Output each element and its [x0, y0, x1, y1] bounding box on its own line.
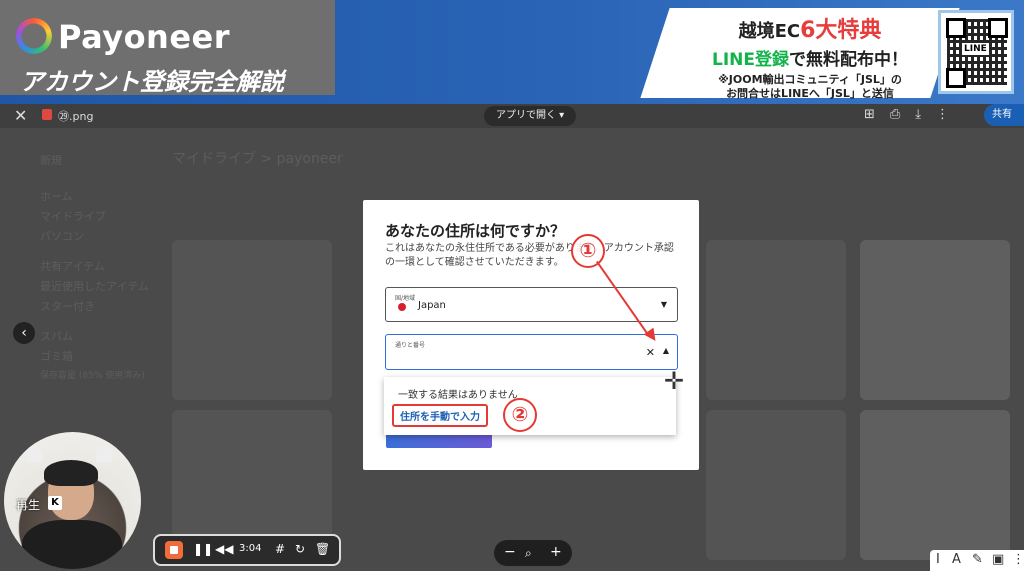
lamp-icon — [26, 446, 42, 462]
dialog-description: これはあなたの永住住所である必要があります。アカウント承認の一環として確認させて… — [385, 243, 674, 268]
logo-text: Payoneer — [58, 18, 231, 56]
viewer-toolbar: ✕ ㉙.png アプリで開く ▾ ⊞⎙⤓⋮ 共有 — [0, 104, 1024, 128]
promo-line2-a: LINE登録 — [712, 50, 789, 70]
street-input[interactable]: 通りと番号 ✕ ▲ — [385, 334, 678, 370]
grid-icon[interactable]: # — [275, 542, 285, 556]
cursor-icon[interactable]: I — [936, 552, 940, 567]
zoom-controls: − ⌕ + — [494, 540, 572, 566]
share-label: 共有 — [992, 109, 1012, 120]
qr-finder-icon — [946, 18, 966, 38]
more-icon[interactable]: ⋮ — [1012, 552, 1024, 567]
ghost-sidebar-4: 共有アイテム — [40, 260, 105, 273]
qr-finder-icon — [946, 68, 966, 88]
promo-line4: お問合せはLINEへ「JSL」と送信 — [726, 87, 894, 100]
country-label: 国/地域 — [395, 295, 416, 302]
country-value: Japan — [418, 300, 446, 311]
open-with-button[interactable]: アプリで開く ▾ — [484, 106, 577, 126]
toolbar-action-icons[interactable]: ⊞⎙⤓⋮ — [864, 107, 964, 122]
close-icon[interactable]: ✕ — [14, 106, 27, 125]
zoom-out-icon[interactable]: − — [504, 544, 516, 560]
ghost-sidebar-3: パソコン — [40, 230, 84, 243]
ghost-file-card — [860, 410, 1010, 560]
annotation-toolbar: I A ✎ ▣ ⋮ — [930, 550, 1024, 571]
pause-icon[interactable]: ❚❚ — [193, 542, 213, 556]
lamp-icon — [96, 446, 112, 462]
banner-subtitle: アカウント登録完全解説 — [20, 68, 284, 96]
street-label: 通りと番号 — [395, 342, 426, 349]
image-file-icon — [42, 109, 52, 120]
file-name: ㉙.png — [58, 110, 94, 123]
share-button[interactable]: 共有 — [984, 104, 1024, 126]
dialog-title: あなたの住所は何ですか？ — [385, 222, 566, 240]
shortcut-key: K — [48, 496, 62, 510]
video-banner: Payoneer アカウント登録完全解説 越境EC6大特典 LINE登録で無料配… — [0, 0, 1024, 104]
ghost-file-card — [706, 240, 846, 400]
ghost-sidebar-1: ホーム — [40, 190, 73, 203]
promo-line1-a: 越境EC — [738, 21, 801, 42]
zoom-search-icon[interactable]: ⌕ — [525, 546, 532, 561]
manual-address-link[interactable]: 住所を手動で入力 — [392, 404, 488, 427]
no-result-text: 一致する結果はありません — [398, 390, 518, 401]
ghost-sidebar-5: 最近使用したアイテム — [40, 280, 149, 293]
presenter-body — [22, 520, 122, 569]
recording-time: 3:04 — [239, 543, 262, 554]
ghost-sidebar-9: 保存容量 (85% 使用済み) — [40, 371, 145, 381]
prev-image-button[interactable]: ‹ — [13, 322, 35, 344]
qr-line-label: LINE — [962, 43, 989, 55]
restart-icon[interactable]: ↻ — [295, 542, 305, 556]
payoneer-logo-icon — [16, 18, 52, 54]
ghost-file-card — [172, 240, 332, 400]
ghost-sidebar-8: ゴミ箱 — [40, 350, 73, 363]
webcam-overlay: 再生 K — [4, 432, 141, 569]
promo-text: 越境EC6大特典 LINE登録で無料配布中！ ※JOOM輸出コミュニティ「JSL… — [680, 12, 940, 101]
clear-icon[interactable]: ✕ — [646, 346, 655, 359]
presenter-hair — [44, 460, 98, 486]
ghost-file-card — [860, 240, 1010, 400]
screenshot-icon[interactable]: ▣ — [992, 552, 1004, 567]
qr-finder-icon — [988, 18, 1008, 38]
play-label: 再生 — [16, 498, 41, 512]
japan-flag-icon — [398, 303, 406, 311]
zoom-in-icon[interactable]: + — [550, 544, 562, 560]
ghost-sidebar-7: スパム — [40, 330, 73, 343]
trash-icon[interactable]: 🗑 — [315, 542, 330, 556]
pen-icon[interactable]: ✎ — [972, 552, 983, 567]
rewind-icon[interactable]: ◀◀ — [215, 542, 233, 556]
ghost-file-card — [706, 410, 846, 560]
promo-line2-b: で無料配布中！ — [789, 50, 908, 70]
recorder-bar: ❚❚ ◀◀ 3:04 # ↻ 🗑 — [153, 534, 341, 566]
chevron-up-icon[interactable]: ▲ — [663, 346, 669, 355]
promo-line1-b: 6大特典 — [800, 18, 882, 43]
ghost-sidebar-6: スター付き — [40, 300, 95, 313]
line-qr-code: LINE — [938, 10, 1014, 94]
ghost-sidebar-0: 新規 — [40, 154, 62, 167]
step-2-marker: ② — [503, 398, 537, 432]
promo-line3: ※JOOM輸出コミュニティ「JSL」の — [718, 73, 902, 86]
crosshair-cursor-icon: ✛ — [664, 367, 685, 395]
step-1-marker: ① — [571, 234, 605, 268]
text-icon[interactable]: A — [952, 552, 961, 567]
open-with-label: アプリで開く — [496, 110, 556, 121]
ghost-sidebar-2: マイドライブ — [40, 210, 106, 223]
brand-box: Payoneer アカウント登録完全解説 — [0, 0, 335, 96]
stop-record-button[interactable] — [165, 541, 183, 559]
chevron-down-icon: ▼ — [660, 300, 667, 309]
ghost-breadcrumb: マイドライブ > payoneer — [172, 151, 343, 167]
